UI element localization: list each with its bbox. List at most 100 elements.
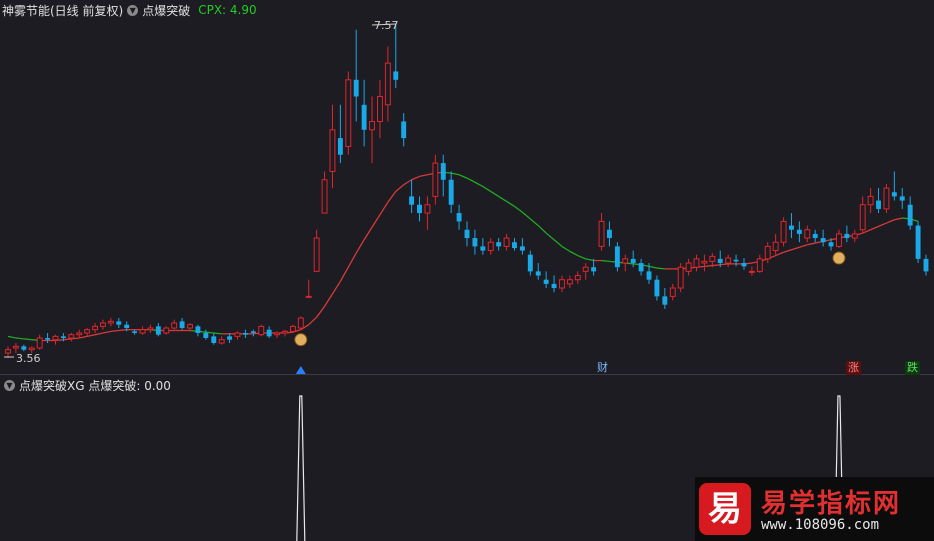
candle-body-up: [107, 320, 114, 324]
limit-down-marker[interactable]: 跌: [905, 361, 920, 375]
candle-body-up: [139, 329, 146, 334]
candle-body-up: [622, 258, 629, 264]
candle-body-down: [828, 242, 834, 247]
candle-body-up: [559, 279, 565, 289]
candle-body-up: [5, 349, 11, 354]
candle-body-up: [282, 330, 288, 334]
watermark-logo: 易: [699, 483, 751, 535]
candle-body-up: [693, 258, 700, 268]
candle-body-up: [345, 79, 352, 147]
candle-body-up: [289, 325, 296, 332]
ma-segment: [63, 338, 72, 341]
ma-segment: [704, 264, 713, 268]
watermark-title: 易学指标网: [761, 489, 902, 519]
ma-segment: [799, 244, 808, 248]
ma-segment: [498, 195, 507, 202]
ma-segment: [553, 239, 563, 247]
candle-body-down: [899, 196, 905, 201]
candle-body-down: [124, 324, 130, 329]
ma-segment: [569, 250, 579, 257]
candle-body-up: [685, 262, 692, 272]
candle-body-down: [733, 259, 739, 262]
candle-body-up: [574, 275, 581, 281]
candle-body-down: [45, 338, 51, 340]
candle-body-up: [329, 129, 336, 172]
candle-body-down: [409, 196, 415, 205]
candle-body-down: [60, 336, 66, 339]
min-price-label: 3.56: [16, 352, 41, 365]
max-price-label: 7.57: [374, 19, 399, 32]
ma-segment: [648, 265, 658, 269]
candle-body-up: [748, 270, 755, 273]
ma-segment: [545, 232, 555, 241]
candle-body-up: [171, 322, 178, 329]
candle-body-down: [417, 204, 422, 214]
ma-segment: [395, 184, 405, 192]
candle-body-up: [100, 322, 106, 327]
candle-body-down: [630, 258, 636, 264]
finance-marker[interactable]: 财: [595, 361, 610, 375]
ma-segment: [79, 335, 88, 339]
candle-body-down: [401, 121, 407, 139]
ma-segment: [371, 214, 381, 228]
candle-body-down: [227, 336, 233, 340]
candle-body-down: [820, 238, 826, 243]
candle-body-down: [907, 204, 913, 226]
candle-body-down: [179, 321, 185, 329]
candle-body-down: [448, 179, 454, 205]
ma-segment: [411, 175, 420, 181]
candle-body-down: [638, 263, 644, 272]
candle-body-up: [756, 258, 763, 272]
ma-segment: [878, 222, 887, 227]
ma-segment: [379, 201, 389, 216]
ma-segment: [807, 242, 816, 246]
limit-up-marker[interactable]: 涨: [846, 361, 861, 375]
candle-body-up: [297, 317, 304, 329]
ma-segment: [347, 252, 357, 268]
candle-body-up: [274, 332, 281, 336]
candle-body-up: [36, 337, 43, 349]
candle-body-down: [915, 225, 921, 259]
candle-body-down: [440, 163, 446, 180]
candle-body-up: [28, 347, 35, 351]
ma-segment: [521, 211, 531, 220]
candlestick-chart[interactable]: [0, 0, 934, 541]
candle-body-down: [195, 326, 201, 334]
candle-body-up: [76, 332, 83, 336]
ma-segment: [656, 267, 665, 270]
candle-body-up: [764, 245, 771, 260]
candle-body-up: [772, 241, 779, 252]
ma-segment: [355, 239, 365, 254]
candle-body-up: [725, 257, 732, 264]
candle-body-up: [432, 162, 439, 197]
candle-body-down: [844, 233, 850, 239]
candle-body-up: [258, 325, 265, 336]
ma-segment: [15, 337, 24, 340]
candle-body-down: [480, 246, 486, 251]
ma-segment: [775, 251, 784, 257]
candle-body-down: [155, 326, 161, 335]
candle-body-down: [116, 321, 122, 325]
ma-segment: [490, 190, 500, 197]
ma-segment: [458, 174, 468, 179]
ma-segment: [466, 177, 476, 183]
ma-segment: [339, 266, 349, 282]
candle-body-up: [709, 255, 716, 262]
ma-segment: [482, 185, 492, 192]
ma-segment: [23, 338, 32, 341]
candle-body-up: [859, 204, 866, 231]
watermark-logo-char: 易: [708, 489, 742, 529]
candle-body-down: [242, 333, 248, 335]
ma-segment: [506, 200, 515, 207]
candle-body-down: [496, 242, 502, 247]
candle-body-down: [646, 271, 652, 280]
ma-segment: [886, 219, 895, 224]
watermark-url: www.108096.com: [761, 517, 880, 533]
candle-body-down: [543, 279, 549, 284]
candle-body-down: [717, 258, 723, 264]
ma-segment: [316, 305, 326, 318]
candle-body-up: [677, 266, 684, 289]
candle-body-down: [464, 229, 470, 239]
ma-segment: [110, 329, 119, 332]
ma-segment: [870, 225, 879, 231]
